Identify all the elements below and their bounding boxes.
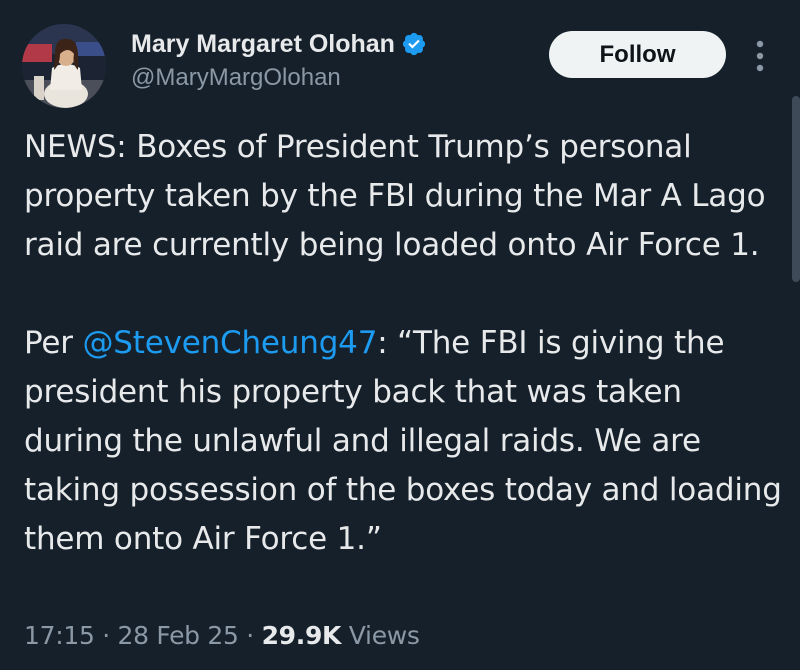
tweet-text: NEWS: Boxes of President Trump’s persona… [24,123,784,564]
more-vertical-icon[interactable] [752,38,768,74]
tweet-paragraph-1: NEWS: Boxes of President Trump’s persona… [24,129,766,263]
meta-separator: · [102,621,110,650]
tweet-time[interactable]: 17:15 [24,621,95,650]
author-display-name[interactable]: Mary Margaret Olohan [131,30,395,59]
tweet-metadata: 17:15 · 28 Feb 25 · 29.9K Views [24,621,420,650]
verified-badge-icon[interactable] [401,31,427,57]
paragraph-2-prefix: Per [24,325,83,361]
mention-link[interactable]: @StevenCheung47 [82,325,377,361]
author-block: Mary Margaret Olohan @MaryMargOlohan [131,26,427,92]
tweet-card: Mary Margaret Olohan @MaryMargOlohan Fol… [0,0,800,670]
views-count: 29.9K [261,621,342,650]
meta-separator: · [246,621,254,650]
name-row: Mary Margaret Olohan [131,26,427,62]
views-label: Views [348,621,420,650]
avatar-photo [22,24,106,108]
tweet-paragraph-2: Per @StevenCheung47: “The FBI is giving … [24,319,784,564]
avatar[interactable] [22,24,106,108]
scrollbar-thumb[interactable] [792,96,800,282]
author-handle[interactable]: @MaryMargOlohan [131,64,427,92]
follow-button[interactable]: Follow [549,31,726,78]
tweet-date[interactable]: 28 Feb 25 [118,621,239,650]
